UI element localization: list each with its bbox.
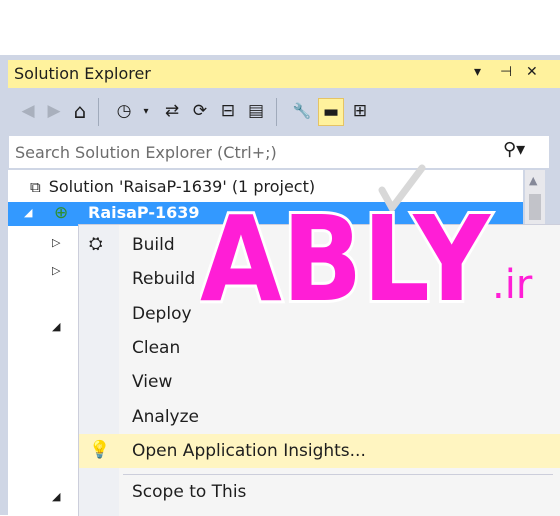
menu-item-label: View: [132, 372, 173, 392]
menu-item-view[interactable]: View: [79, 365, 560, 399]
collapse-all-icon[interactable]: ⊟: [216, 98, 240, 124]
globe-icon: ⊕: [54, 203, 69, 223]
search-input[interactable]: [9, 136, 487, 168]
title-bar: Solution Explorer ▾ ⊣ ✕: [8, 60, 560, 88]
menu-item-open-application-insights[interactable]: 💡 Open Application Insights...: [79, 434, 560, 468]
expand-arrow-icon[interactable]: ▷: [52, 236, 60, 249]
solution-icon: ⧉: [30, 177, 41, 196]
tree-node-solution[interactable]: ⧉ Solution 'RaisaP-1639' (1 project): [30, 177, 315, 196]
class-diagram-icon[interactable]: ⊞: [348, 98, 372, 124]
menu-item-label: Scope to This: [132, 482, 247, 502]
home-icon[interactable]: ⌂: [68, 98, 92, 124]
expanded-arrow-icon[interactable]: ◢: [52, 320, 60, 333]
scroll-thumb[interactable]: [529, 194, 541, 220]
project-label: RaisaP-1639: [88, 203, 200, 222]
menu-item-clean[interactable]: Clean: [79, 331, 560, 365]
scroll-up-icon[interactable]: ▲: [529, 174, 537, 187]
menu-item-label: Build: [132, 235, 175, 255]
menu-item-scope-to-this[interactable]: Scope to This: [79, 475, 560, 509]
chevron-down-icon[interactable]: ▾: [134, 98, 158, 124]
sync-icon[interactable]: ⇄: [160, 98, 184, 124]
menu-item-deploy[interactable]: Deploy: [79, 297, 560, 331]
menu-item-label: Rebuild: [132, 269, 196, 289]
forward-icon[interactable]: ▶: [42, 98, 66, 124]
toolbar-separator: [276, 98, 277, 126]
menu-item-label: Open Application Insights...: [132, 441, 366, 461]
menu-item-label: Clean: [132, 338, 181, 358]
pending-changes-icon[interactable]: ◷: [112, 98, 136, 124]
solution-label: Solution 'RaisaP-1639' (1 project): [48, 177, 316, 196]
menu-item-label: Deploy: [132, 304, 192, 324]
dropdown-icon[interactable]: ▾: [474, 64, 481, 80]
menu-item-analyze[interactable]: Analyze: [79, 400, 560, 434]
show-all-files-icon[interactable]: ▤: [244, 98, 268, 124]
build-icon: ⛭: [89, 234, 103, 254]
search-box: ⚲▾: [8, 135, 550, 169]
back-icon[interactable]: ◀: [16, 98, 40, 124]
toolbar: ◀ ▶ ⌂ ◷ ▾ ⇄ ⟳ ⊟ ▤ 🔧 ▬ ⊞: [8, 90, 560, 132]
application-insights-icon: 💡: [89, 440, 111, 460]
context-menu: ⛭ Build Rebuild Deploy Clean View Analyz…: [78, 224, 560, 516]
expanded-arrow-icon[interactable]: ◢: [52, 490, 60, 503]
toolbar-separator: [98, 98, 99, 126]
refresh-icon[interactable]: ⟳: [188, 98, 212, 124]
tree-node-project[interactable]: ◢ ⊕ RaisaP-1639: [8, 202, 523, 226]
menu-item-rebuild[interactable]: Rebuild: [79, 262, 560, 296]
expand-arrow-icon[interactable]: ▷: [52, 264, 60, 277]
menu-item-build[interactable]: ⛭ Build: [79, 228, 560, 262]
window-title: Solution Explorer: [14, 64, 151, 83]
preview-icon[interactable]: ▬: [318, 98, 344, 126]
pin-icon[interactable]: ⊣: [500, 64, 512, 80]
wrench-icon[interactable]: 🔧: [290, 98, 314, 124]
search-icon[interactable]: ⚲▾: [503, 139, 525, 160]
menu-item-label: Analyze: [132, 407, 199, 427]
close-icon[interactable]: ✕: [526, 64, 538, 80]
expanded-arrow-icon[interactable]: ◢: [24, 206, 32, 219]
